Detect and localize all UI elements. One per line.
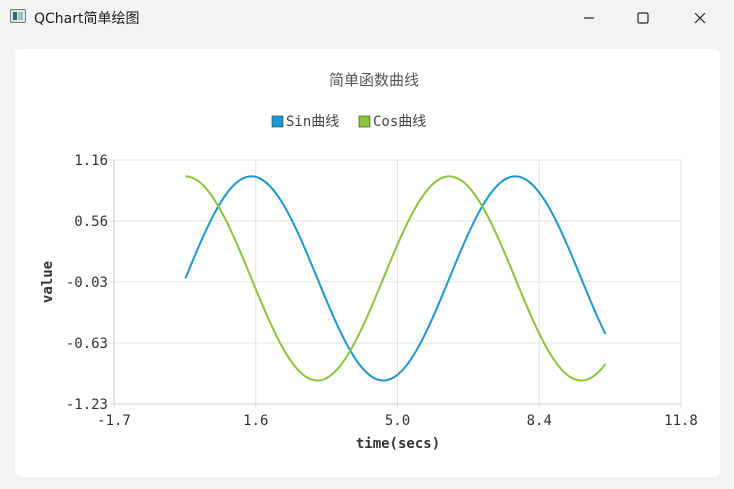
line-chart: 简单函数曲线 Sin曲线 Cos曲线 -1.7 1.6 5.0 8.4 11.8 1.16…: [40, 71, 698, 452]
maximize-button[interactable]: [620, 0, 666, 36]
x-tick-label: 5.0: [385, 413, 410, 429]
chart-title: 简单函数曲线: [329, 71, 419, 89]
close-icon: [694, 12, 706, 24]
minimize-icon: [584, 17, 594, 19]
series-layer: [184, 175, 607, 382]
y-tick-label: 1.16: [74, 153, 108, 169]
axis-ticks: -1.7 1.6 5.0 8.4 11.8 1.16 0.56 -0.03 -0.63 -1.23: [66, 153, 698, 429]
title-bar[interactable]: QChart简单绘图: [0, 0, 734, 36]
series-line-sin: [184, 175, 607, 382]
x-tick-label: 8.4: [527, 413, 552, 429]
minimize-button[interactable]: [566, 0, 612, 36]
x-tick-label: -1.7: [97, 413, 131, 429]
y-tick-label: -1.23: [66, 397, 108, 413]
legend-label-cos[interactable]: Cos曲线: [373, 114, 426, 130]
legend-marker-sin: [271, 115, 284, 128]
x-axis-title: time(secs): [356, 436, 440, 452]
grid: [109, 159, 682, 409]
x-tick-label: 11.8: [664, 413, 698, 429]
y-tick-label: 0.56: [74, 214, 108, 230]
y-tick-label: -0.63: [66, 336, 108, 352]
legend: Sin曲线 Cos曲线: [271, 114, 426, 130]
y-axis-title: value: [40, 261, 56, 303]
chart-view[interactable]: 简单函数曲线 Sin曲线 Cos曲线 -1.7 1.6 5.0 8.4 11.8 1.16…: [15, 49, 720, 477]
maximize-icon: [637, 12, 649, 24]
chart-app-icon: [10, 9, 26, 23]
series-line-cos: [185, 175, 607, 382]
close-button[interactable]: [677, 0, 723, 36]
legend-label-sin[interactable]: Sin曲线: [286, 114, 339, 130]
legend-marker-cos: [358, 115, 371, 128]
y-tick-label: -0.03: [66, 275, 108, 291]
window-title: QChart简单绘图: [34, 11, 140, 27]
x-tick-label: 1.6: [243, 413, 268, 429]
